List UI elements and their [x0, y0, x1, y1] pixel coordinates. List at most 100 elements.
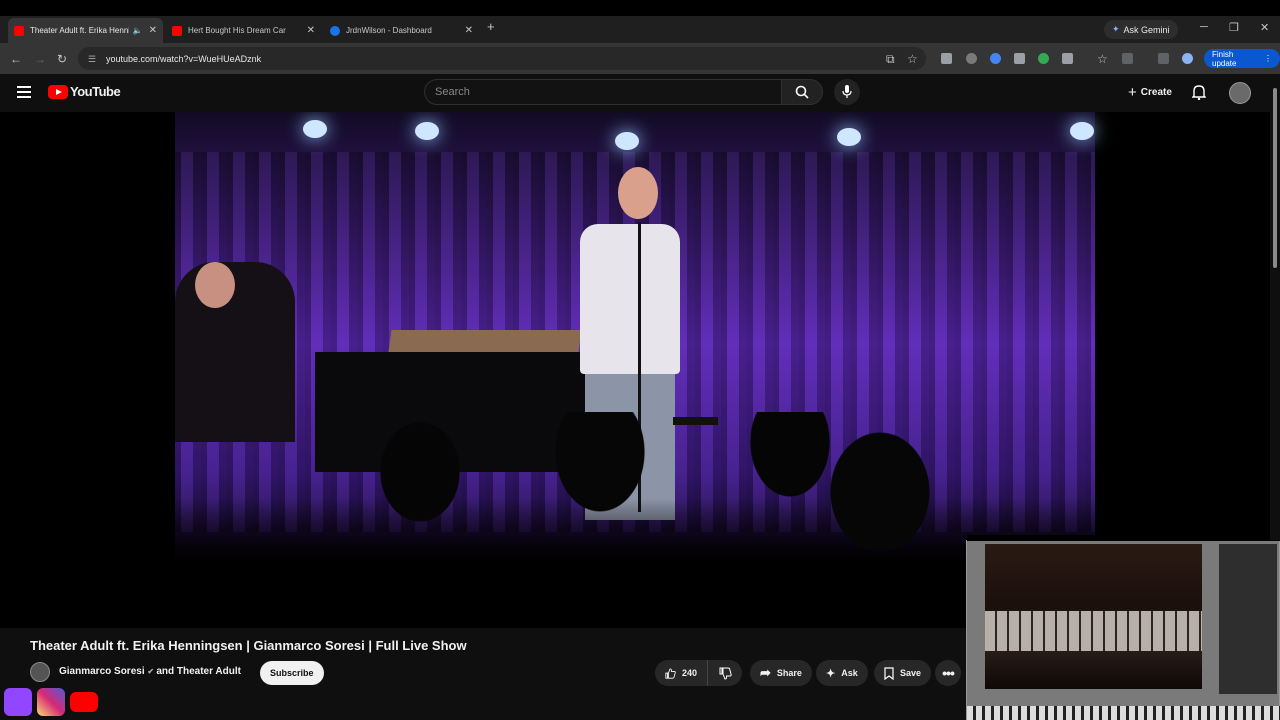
- performer-head: [618, 167, 658, 219]
- speaker-icon[interactable]: 🔈: [133, 26, 143, 35]
- back-icon[interactable]: ←: [10, 52, 22, 66]
- youtube-logo[interactable]: YouTube: [48, 84, 121, 99]
- instagram-icon: [37, 688, 65, 716]
- account-avatar[interactable]: [1229, 82, 1251, 104]
- extension-shield-icon[interactable]: [1014, 53, 1025, 64]
- url-bar[interactable]: ☰ youtube.com/watch?v=WueHUeADznk: [78, 47, 926, 70]
- minimize-icon[interactable]: ─: [1200, 21, 1208, 33]
- twitch-icon: [4, 688, 32, 716]
- globe-favicon-icon: [330, 25, 340, 36]
- ask-gemini-button[interactable]: ✦ Ask Gemini: [1104, 20, 1178, 39]
- ask-button[interactable]: ✦ Ask: [816, 660, 868, 686]
- video-title: Theater Adult ft. Erika Henningsen | Gia…: [30, 638, 467, 653]
- pianist-head: [195, 262, 235, 308]
- ask-gemini-label: Ask Gemini: [1123, 24, 1170, 35]
- tab-title: Theater Adult ft. Erika Henningsen: [30, 26, 129, 35]
- channel-name[interactable]: Gianmarco Soresi ✔ and Theater Adult: [59, 666, 241, 677]
- channel-collaborator[interactable]: and Theater Adult: [156, 666, 241, 677]
- stage-light: [615, 132, 639, 150]
- gemini-sparkle-icon: ✦: [1112, 24, 1120, 34]
- pip-editor-overlay[interactable]: [966, 535, 1280, 720]
- more-actions-button[interactable]: •••: [935, 660, 961, 686]
- share-label: Share: [776, 668, 802, 678]
- dislike-button[interactable]: [707, 660, 742, 686]
- channel-primary[interactable]: Gianmarco Soresi: [59, 666, 145, 677]
- subscribe-button[interactable]: Subscribe: [260, 661, 324, 685]
- thumbs-down-icon: [719, 667, 732, 680]
- tab-hert-dream-car[interactable]: Hert Bought His Dream Car ✕: [166, 18, 321, 43]
- more-horizontal-icon: •••: [942, 665, 955, 681]
- tab-jrdnwilson-dashboard[interactable]: JrdnWilson - Dashboard ✕: [324, 18, 479, 43]
- bookmark-star-icon[interactable]: ☆: [907, 52, 918, 66]
- piano-keys-preview: [985, 611, 1202, 651]
- sparkle-icon: ✦: [826, 667, 836, 680]
- site-info-icon[interactable]: ☰: [88, 54, 98, 64]
- browser-tab-strip: Theater Adult ft. Erika Henningsen 🔈 ✕ H…: [0, 0, 1280, 43]
- youtube-social-icon: [70, 692, 98, 712]
- close-tab-icon[interactable]: ✕: [465, 25, 473, 36]
- stage-light: [1070, 122, 1094, 140]
- scrollbar-thumb[interactable]: [1273, 88, 1277, 268]
- stage-light: [303, 120, 327, 138]
- side-panel-icon[interactable]: [1122, 53, 1133, 64]
- voice-search-button[interactable]: [834, 79, 860, 105]
- plus-icon: +: [1128, 83, 1137, 101]
- search-button[interactable]: [781, 79, 823, 105]
- save-button[interactable]: Save: [874, 660, 932, 686]
- channel-avatar[interactable]: [30, 662, 50, 682]
- thumbs-up-icon: [665, 667, 676, 679]
- share-button[interactable]: ➦ Share: [750, 660, 812, 686]
- hamburger-menu-icon[interactable]: [17, 86, 31, 98]
- extension-audio-icon[interactable]: [990, 53, 1001, 64]
- new-tab-icon[interactable]: +: [487, 19, 495, 34]
- youtube-play-icon: [48, 84, 68, 99]
- microphone-icon: [842, 85, 852, 98]
- create-label: Create: [1140, 86, 1172, 98]
- save-label: Save: [900, 668, 922, 678]
- address-toolbar: ← → ↻ ☰ youtube.com/watch?v=WueHUeADznk …: [0, 43, 1280, 74]
- extension-power-icon[interactable]: [966, 53, 977, 64]
- tab-title: Hert Bought His Dream Car: [188, 26, 286, 35]
- bookmarks-star-icon[interactable]: ☆: [1097, 52, 1108, 66]
- finish-update-label: Finish update: [1212, 49, 1237, 68]
- like-count: 240: [681, 668, 697, 678]
- window-close-icon[interactable]: ✕: [1260, 21, 1269, 34]
- create-button[interactable]: + Create: [1120, 80, 1180, 104]
- finish-update-button[interactable]: Finish update ⋮: [1204, 49, 1280, 68]
- youtube-favicon-icon: [14, 25, 24, 36]
- youtube-favicon-icon: [172, 25, 182, 36]
- notifications-bell-icon[interactable]: [1191, 84, 1207, 105]
- extensions-puzzle-icon[interactable]: [1062, 53, 1073, 64]
- editor-timeline-strip: [967, 706, 1280, 720]
- tab-search-icon[interactable]: [1158, 53, 1169, 64]
- like-button[interactable]: 240: [655, 660, 707, 686]
- extension-badge-icon[interactable]: [1038, 53, 1049, 64]
- extension-gift-icon[interactable]: [941, 53, 952, 64]
- restore-icon[interactable]: ❐: [1229, 21, 1239, 34]
- verified-check-icon: ✔: [147, 667, 157, 676]
- bookmark-icon: [884, 666, 894, 680]
- reload-icon[interactable]: ↻: [57, 52, 67, 66]
- search-input[interactable]: Search: [424, 79, 782, 105]
- youtube-header: YouTube Search + Create: [0, 74, 1280, 112]
- ask-label: Ask: [841, 668, 858, 678]
- install-app-icon[interactable]: ⧉: [886, 52, 895, 67]
- performer-torso: [580, 224, 680, 374]
- video-metadata: Theater Adult ft. Erika Henningsen | Gia…: [0, 628, 966, 720]
- stage-light: [415, 122, 439, 140]
- close-tab-icon[interactable]: ✕: [307, 25, 315, 36]
- overlay-menu-strip: [967, 535, 1280, 541]
- url-text: youtube.com/watch?v=WueHUeADznk: [106, 53, 262, 64]
- tab-title: JrdnWilson - Dashboard: [346, 26, 432, 35]
- tab-theater-adult[interactable]: Theater Adult ft. Erika Henningsen 🔈 ✕: [8, 18, 163, 43]
- search-placeholder: Search: [435, 86, 470, 98]
- subscribe-label: Subscribe: [270, 668, 314, 678]
- search-icon: [795, 85, 809, 99]
- stage-light: [837, 128, 861, 146]
- profile-icon[interactable]: [1182, 53, 1193, 64]
- kebab-menu-icon: ⋮: [1264, 54, 1272, 63]
- forward-icon[interactable]: →: [34, 52, 46, 66]
- close-tab-icon[interactable]: ✕: [149, 25, 157, 36]
- share-arrow-icon: ➦: [760, 665, 771, 680]
- piano-lid: [388, 330, 582, 352]
